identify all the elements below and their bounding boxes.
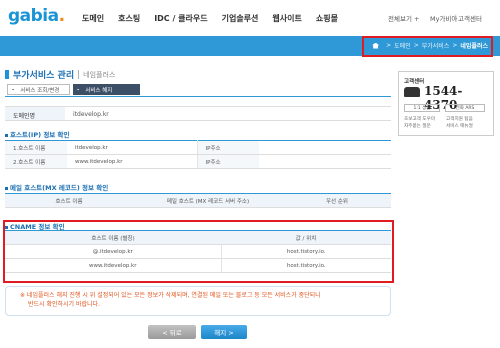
ip-value	[259, 154, 391, 169]
cs-link-beginner[interactable]: 초보고객 도우미	[404, 116, 446, 123]
tab-service-view[interactable]: - 서비스 조회/변경	[7, 84, 70, 95]
mx-col-host: 호스트 이름	[5, 193, 133, 208]
cs-title: 고객센터	[404, 79, 425, 85]
tab-label: 서비스 해지	[85, 87, 113, 94]
main-nav: 도메인 호스팅 IDC / 클라우드 기업솔루션 웹사이트 쇼핑몰	[82, 13, 352, 24]
domain-value: itdevelop.kr	[73, 111, 109, 118]
nav-item-hosting[interactable]: 호스팅	[118, 13, 140, 24]
util-divider: |	[454, 13, 457, 21]
host-name-value: www.itdevelop.kr	[67, 154, 197, 169]
gabia-logo[interactable]: gabia.	[8, 6, 65, 26]
title-divider	[5, 96, 391, 97]
cs-link-faq[interactable]: 자주묻는 질문	[404, 123, 446, 130]
notice-line: 반드시 확인하시기 바랍니다.	[28, 301, 100, 308]
breadcrumb-highlight	[362, 36, 493, 57]
nav-item-enterprise[interactable]: 기업솔루션	[222, 13, 259, 24]
domain-label: 도메인명	[5, 107, 65, 120]
table-row: 2.호스트 이름 www.itdevelop.kr IP주소	[5, 154, 391, 169]
host-name-label: 1.호스트 이름	[5, 140, 67, 155]
mx-table: 호스트 이름 메일 호스트 (MX 레코드 서버 주소) 우선 순위	[5, 193, 391, 208]
mx-section-title: 메일 호스트(MX 레코드) 정보 확인	[5, 182, 108, 192]
nav-item-domain[interactable]: 도메인	[82, 13, 104, 24]
nav-item-shopping[interactable]: 쇼핑몰	[316, 13, 338, 24]
notice-line: ※ 네임플러스 해지 진행 시 위 설정되어 있는 모든 정보가 삭제되며, 연…	[20, 292, 321, 299]
ip-value	[259, 140, 391, 155]
host-name-value: itdevelop.kr	[67, 140, 197, 155]
tab-service-cancel[interactable]: - 서비스 해지	[73, 84, 140, 95]
title-marker	[5, 70, 9, 79]
host-section-title: 호스트(IP) 정보 확인	[5, 129, 70, 139]
nav-item-website[interactable]: 웹사이트	[272, 13, 301, 24]
phone-ars-button[interactable]: 전화 ARS	[445, 104, 485, 112]
customer-center-box: 고객센터 1544-4370 1:1 상담 전화 ARS 초보고객 도우미 고객지…	[398, 71, 494, 136]
header: gabia. 도메인 호스팅 IDC / 클라우드 기업솔루션 웹사이트 쇼핑몰…	[0, 0, 500, 36]
mx-col-server: 메일 호스트 (MX 레코드 서버 주소)	[133, 193, 283, 208]
telephone-icon	[404, 87, 420, 97]
cname-highlight	[3, 220, 394, 283]
back-button[interactable]: < 뒤로	[148, 325, 196, 339]
table-row: 1.호스트 이름 itdevelop.kr IP주소	[5, 140, 391, 155]
page-title-text: 부가서비스 관리	[13, 71, 75, 81]
tab-prefix: -	[12, 86, 15, 93]
cancel-warning-notice: ※ 네임플러스 해지 진행 시 위 설정되어 있는 모든 정보가 삭제되며, 연…	[5, 286, 391, 316]
customer-center-link[interactable]: 고객센터	[458, 13, 482, 23]
page-subtitle: 네임플러스	[83, 70, 116, 79]
tab-prefix: -	[77, 86, 80, 93]
mx-col-priority: 우선 순위	[283, 193, 391, 208]
nav-item-idc-cloud[interactable]: IDC / 클라우드	[154, 13, 207, 24]
page-title: 부가서비스 관리 | 네임플러스	[5, 68, 115, 81]
cancel-service-button[interactable]: 해지 >	[201, 325, 247, 339]
title-separator: |	[77, 69, 81, 80]
cs-links: 초보고객 도우미 고객지원 팁음 자주묻는 질문 서비스 매뉴얼	[404, 116, 492, 130]
chat-consult-button[interactable]: 1:1 상담	[404, 104, 440, 112]
cs-link-support-tip[interactable]: 고객지원 팁음	[446, 116, 488, 123]
table-header-row: 호스트 이름 메일 호스트 (MX 레코드 서버 주소) 우선 순위	[5, 193, 391, 208]
cs-link-manual[interactable]: 서비스 매뉴얼	[446, 123, 488, 130]
view-all-link[interactable]: 전체보기 +	[388, 13, 419, 23]
host-name-label: 2.호스트 이름	[5, 154, 67, 169]
tab-label: 서비스 조회/변경	[20, 87, 60, 94]
ip-label: IP주소	[196, 140, 259, 155]
ip-label: IP주소	[196, 154, 259, 169]
host-table: 1.호스트 이름 itdevelop.kr IP주소 2.호스트 이름 www.…	[5, 140, 391, 169]
domain-row: 도메인명 itdevelop.kr	[5, 106, 391, 121]
